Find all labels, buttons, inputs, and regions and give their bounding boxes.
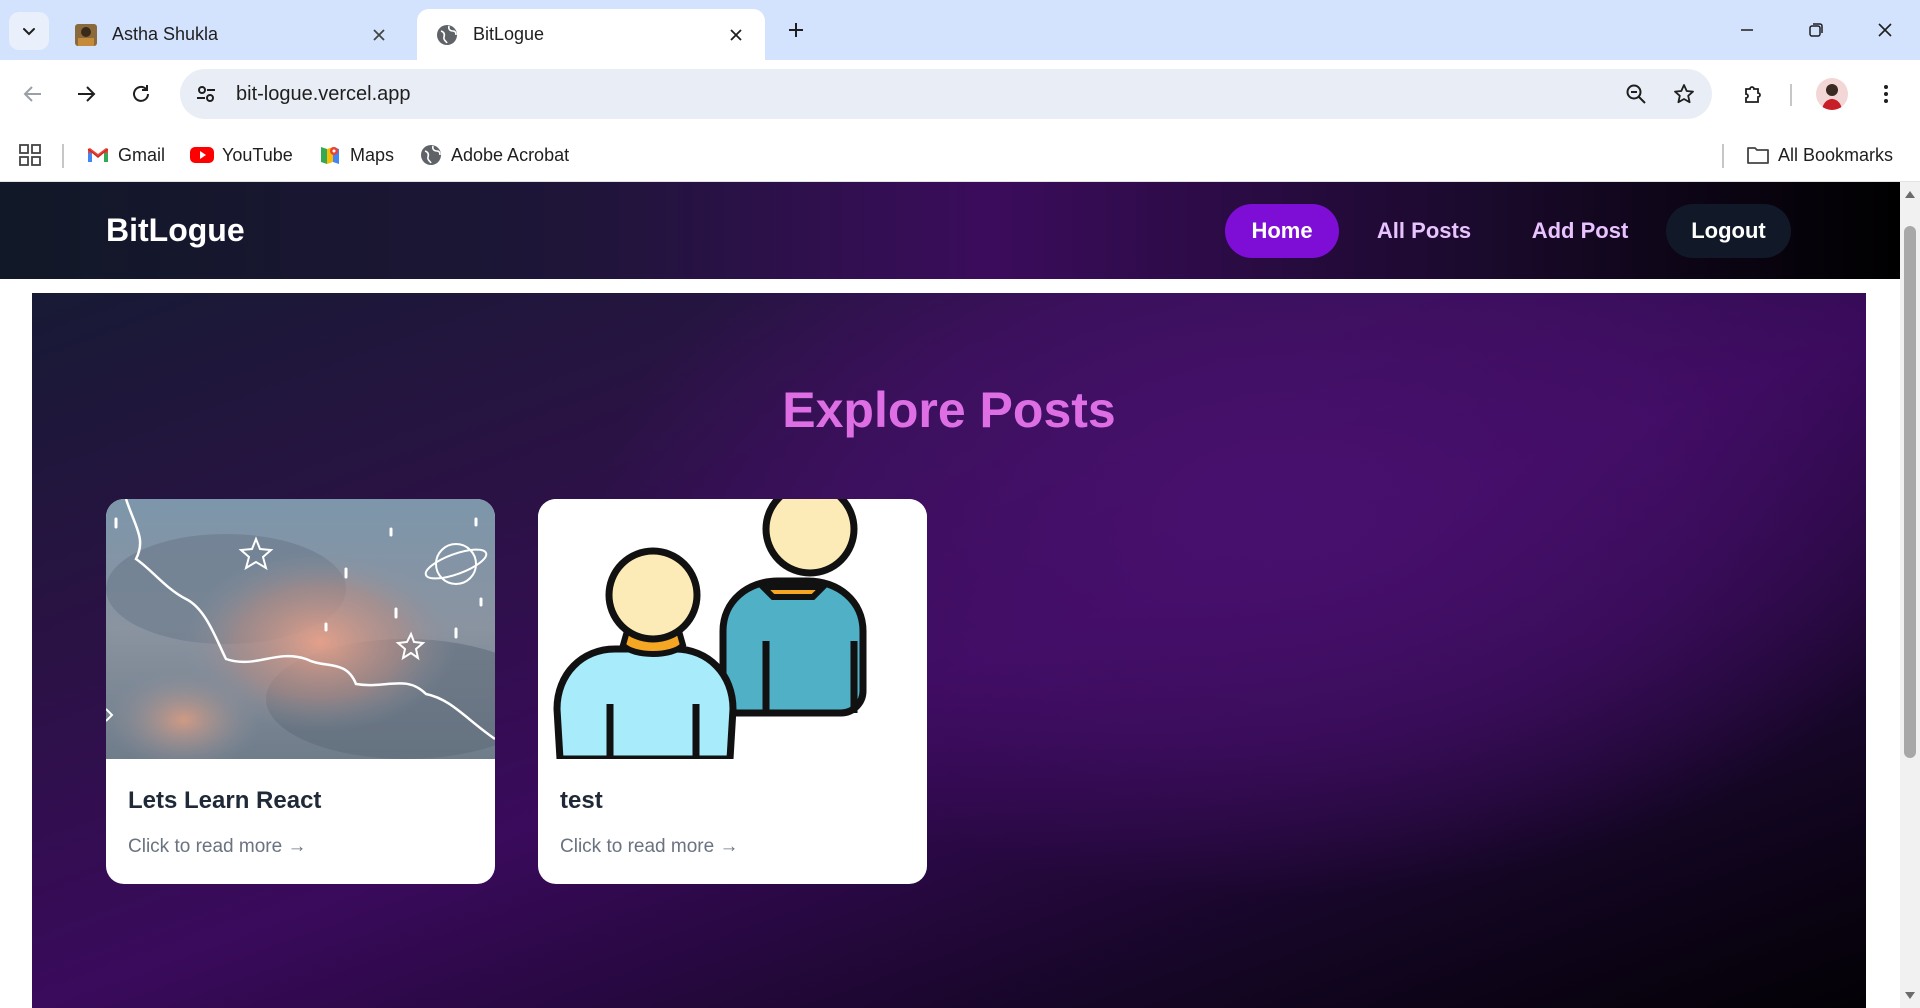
tab-strip: Astha Shukla BitLogue (0, 0, 1920, 60)
back-button[interactable] (13, 74, 53, 114)
apps-button[interactable] (18, 140, 42, 170)
scroll-down-arrow-icon[interactable] (1904, 990, 1916, 1002)
more-vertical-icon (1884, 85, 1888, 103)
toolbar-separator (1790, 84, 1792, 106)
chevron-down-icon (23, 28, 35, 36)
url-text[interactable]: bit-logue.vercel.app (236, 83, 1616, 106)
tab-astha-shukla[interactable]: Astha Shukla (56, 9, 408, 60)
post-thumbnail (538, 499, 927, 759)
site-header: BitLogue Home All Posts Add Post Logout (0, 182, 1900, 279)
restore-button[interactable] (1793, 10, 1839, 50)
page-title: Explore Posts (782, 382, 1116, 438)
globe-icon (419, 143, 443, 167)
site-info-button[interactable] (188, 76, 224, 112)
post-card[interactable]: test Click to read more → (538, 499, 927, 884)
bookmark-adobe-acrobat[interactable]: Adobe Acrobat (419, 140, 569, 170)
all-bookmarks-label: All Bookmarks (1778, 144, 1894, 165)
post-thumbnail (106, 499, 495, 759)
minimize-icon (1741, 29, 1753, 31)
close-tab-icon[interactable] (725, 24, 747, 46)
apps-grid-icon (19, 144, 41, 166)
extensions-button[interactable] (1734, 74, 1774, 114)
tab-bitlogue[interactable]: BitLogue (417, 9, 765, 60)
close-window-button[interactable] (1862, 10, 1908, 50)
bookmark-label: Gmail (118, 144, 166, 165)
post-card[interactable]: Lets Learn React Click to read more → (106, 499, 495, 884)
forward-button[interactable] (66, 74, 106, 114)
bookmarks-separator (1722, 144, 1724, 168)
arrow-right-icon (78, 86, 96, 102)
page-viewport: BitLogue Home All Posts Add Post Logout … (0, 182, 1920, 1008)
scroll-up-arrow-icon[interactable] (1904, 188, 1916, 200)
close-tab-icon[interactable] (368, 24, 390, 46)
close-icon (1878, 23, 1892, 37)
minimize-button[interactable] (1724, 10, 1770, 50)
gmail-icon (86, 143, 110, 167)
tab-title: Astha Shukla (112, 24, 219, 44)
posts-section: Explore Posts Lets Learn React Click to … (32, 293, 1866, 1008)
restore-icon (1809, 23, 1823, 37)
read-more-link[interactable]: Click to read more → (560, 836, 738, 858)
profile-photo-favicon-icon (75, 23, 97, 46)
avatar-icon (1822, 84, 1842, 110)
tab-title: BitLogue (473, 24, 545, 44)
reload-icon (133, 85, 149, 102)
nav-home-button[interactable]: Home (1225, 204, 1339, 258)
tab-search-button[interactable] (9, 12, 49, 50)
bookmark-label: YouTube (222, 144, 293, 165)
page-scrollbar[interactable] (1900, 182, 1920, 1008)
browser-toolbar: bit-logue.vercel.app (0, 60, 1920, 128)
address-bar[interactable]: bit-logue.vercel.app (180, 69, 1712, 119)
bookmarks-separator (62, 144, 64, 168)
bookmark-label: Maps (350, 144, 395, 165)
bookmark-maps[interactable]: Maps (318, 140, 394, 170)
zoom-out-icon (1626, 84, 1646, 104)
zoom-button[interactable] (1616, 74, 1656, 114)
reload-button[interactable] (121, 74, 161, 114)
arrow-left-icon (23, 86, 41, 102)
all-bookmarks-button[interactable]: All Bookmarks (1746, 140, 1893, 170)
bookmark-star-button[interactable] (1664, 74, 1704, 114)
youtube-icon (190, 143, 214, 167)
scrollbar-thumb[interactable] (1904, 226, 1916, 758)
nav-all-posts-link[interactable]: All Posts (1366, 204, 1482, 258)
plus-icon (789, 23, 803, 37)
chrome-menu-button[interactable] (1866, 74, 1906, 114)
bookmark-youtube[interactable]: YouTube (190, 140, 293, 170)
tune-icon (197, 86, 215, 102)
bookmark-label: Adobe Acrobat (451, 144, 570, 165)
nav-add-post-link[interactable]: Add Post (1522, 204, 1638, 258)
logout-button[interactable]: Logout (1666, 204, 1791, 258)
read-more-link[interactable]: Click to read more → (128, 836, 306, 858)
post-title: test (560, 787, 603, 814)
site-logo[interactable]: BitLogue (106, 212, 245, 249)
new-tab-button[interactable] (780, 14, 812, 46)
post-title: Lets Learn React (128, 787, 322, 814)
globe-icon (437, 24, 457, 45)
puzzle-icon (1745, 86, 1761, 103)
profile-avatar[interactable] (1816, 78, 1848, 110)
star-icon (1674, 84, 1694, 104)
bookmark-gmail[interactable]: Gmail (86, 140, 165, 170)
folder-icon (1746, 143, 1770, 167)
bookmarks-bar: Gmail YouTube Maps Adobe Acrobat All Boo… (0, 128, 1920, 182)
maps-icon (318, 143, 342, 167)
